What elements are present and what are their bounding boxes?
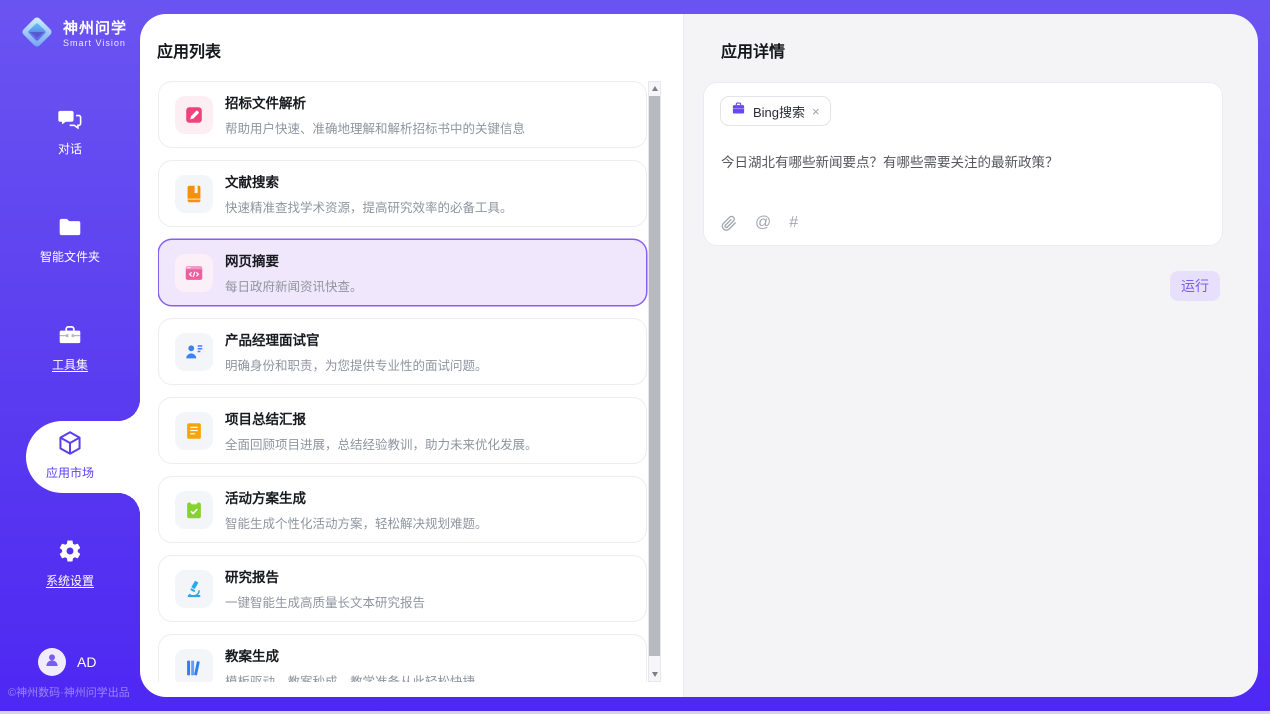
sidebar-item[interactable]: 智能文件夹: [0, 212, 140, 266]
app-card[interactable]: 研究报告 一键智能生成高质量长文本研究报告: [158, 555, 647, 622]
app-card-desc: 帮助用户快速、准确地理解和解析招标书中的关键信息: [225, 118, 525, 137]
app-card-desc: 模板驱动，教案秒成，教学准备从此轻松快捷: [225, 671, 475, 682]
list-scrollbar[interactable]: [648, 81, 661, 682]
sidebar-item-label: 应用市场: [46, 464, 94, 481]
brand-name: 神州问学: [63, 21, 127, 37]
avatar: [38, 648, 66, 676]
run-button[interactable]: 运行: [1170, 271, 1220, 301]
app-card[interactable]: 教案生成 模板驱动，教案秒成，教学准备从此轻松快捷: [158, 634, 647, 682]
app-card-title: 项目总结汇报: [225, 408, 538, 428]
toolbox-icon: [0, 320, 140, 350]
cube-icon: [0, 428, 140, 458]
close-icon[interactable]: ×: [812, 105, 820, 118]
sidebar-item-label: 系统设置: [46, 572, 94, 589]
books-icon: [175, 649, 213, 683]
app-card-desc: 智能生成个性化活动方案，轻松解决规划难题。: [225, 513, 488, 532]
sidebar-item-label: 对话: [58, 140, 82, 157]
app-card-desc: 每日政府新闻资讯快查。: [225, 276, 363, 295]
briefcase-icon: [731, 101, 746, 121]
app-card-title: 活动方案生成: [225, 487, 488, 507]
scroll-down-icon[interactable]: [649, 668, 660, 681]
app-card-desc: 快速精准查找学术资源，提高研究效率的必备工具。: [225, 197, 513, 216]
clipboard-check-icon: [175, 491, 213, 529]
app-card[interactable]: 项目总结汇报 全面回顾项目进展，总结经验教训，助力未来优化发展。: [158, 397, 647, 464]
sidebar-item-label: 智能文件夹: [40, 248, 100, 265]
copyright-footer: ©神州数码·神州问学出品: [8, 684, 130, 700]
app-list-panel: 应用列表 招标文件解析 帮助用户快速、准确地理解和解析招标书中的关键信息 文献搜…: [140, 14, 683, 697]
app-card[interactable]: 网页摘要 每日政府新闻资讯快查。: [158, 239, 647, 306]
prompt-text[interactable]: 今日湖北有哪些新闻要点？有哪些需要关注的最新政策？: [721, 151, 1207, 171]
prompt-input-card[interactable]: Bing搜索 × 今日湖北有哪些新闻要点？有哪些需要关注的最新政策？ @ #: [703, 82, 1223, 246]
book-icon: [175, 175, 213, 213]
document-pen-icon: [175, 96, 213, 134]
app-card[interactable]: 活动方案生成 智能生成个性化活动方案，轻松解决规划难题。: [158, 476, 647, 543]
app-card-title: 教案生成: [225, 645, 475, 665]
app-card-title: 产品经理面试官: [225, 329, 488, 349]
sidebar: 神州问学 Smart Vision 对话 智能文件夹 工具集: [0, 0, 140, 714]
app-list-title: 应用列表: [157, 38, 221, 62]
tool-tag-bing-search[interactable]: Bing搜索 ×: [720, 96, 831, 126]
app-card[interactable]: 产品经理面试官 明确身份和职责，为您提供专业性的面试问题。: [158, 318, 647, 385]
user-initials: AD: [77, 654, 96, 670]
app-window: 神州问学 Smart Vision 对话 智能文件夹 工具集: [0, 0, 1270, 714]
app-card[interactable]: 招标文件解析 帮助用户快速、准确地理解和解析招标书中的关键信息: [158, 81, 647, 148]
scroll-up-icon[interactable]: [649, 82, 660, 95]
sidebar-item[interactable]: 工具集: [0, 320, 140, 374]
diamond-logo-icon: [18, 13, 56, 56]
app-card-title: 文献搜索: [225, 171, 513, 191]
app-card-desc: 一键智能生成高质量长文本研究报告: [225, 592, 425, 611]
user-account[interactable]: AD: [38, 648, 96, 676]
app-card-title: 网页摘要: [225, 250, 363, 270]
app-list: 招标文件解析 帮助用户快速、准确地理解和解析招标书中的关键信息 文献搜索 快速精…: [158, 81, 648, 682]
microscope-icon: [175, 570, 213, 608]
app-detail-panel: 应用详情 Bing搜索 × 今日湖北有哪些新闻要点？有哪些需要关注的最新政策？ …: [683, 14, 1258, 697]
app-card-desc: 全面回顾项目进展，总结经验教训，助力未来优化发展。: [225, 434, 538, 453]
gear-icon: [0, 536, 140, 566]
brand-subtitle: Smart Vision: [63, 39, 127, 48]
brand-logo: 神州问学 Smart Vision: [18, 13, 127, 56]
hash-icon[interactable]: #: [789, 214, 798, 232]
attachment-icon[interactable]: [721, 215, 737, 232]
app-card-title: 研究报告: [225, 566, 425, 586]
prompt-toolbar: @ #: [721, 214, 798, 232]
chat-icon: [0, 104, 140, 134]
sidebar-item[interactable]: 系统设置: [0, 536, 140, 590]
app-card-desc: 明确身份和职责，为您提供专业性的面试问题。: [225, 355, 488, 374]
folder-icon: [0, 212, 140, 242]
browser-code-icon: [175, 254, 213, 292]
tool-tag-label: Bing搜索: [753, 102, 805, 121]
sidebar-item[interactable]: 对话: [0, 104, 140, 158]
scrollbar-thumb[interactable]: [649, 96, 660, 656]
sidebar-item[interactable]: 应用市场: [0, 428, 140, 482]
memo-icon: [175, 412, 213, 450]
app-detail-title: 应用详情: [721, 38, 785, 62]
mention-icon[interactable]: @: [755, 214, 771, 232]
app-card[interactable]: 文献搜索 快速精准查找学术资源，提高研究效率的必备工具。: [158, 160, 647, 227]
user-icon: [43, 651, 61, 674]
interviewer-icon: [175, 333, 213, 371]
app-card-title: 招标文件解析: [225, 92, 525, 112]
sidebar-item-label: 工具集: [52, 356, 88, 373]
